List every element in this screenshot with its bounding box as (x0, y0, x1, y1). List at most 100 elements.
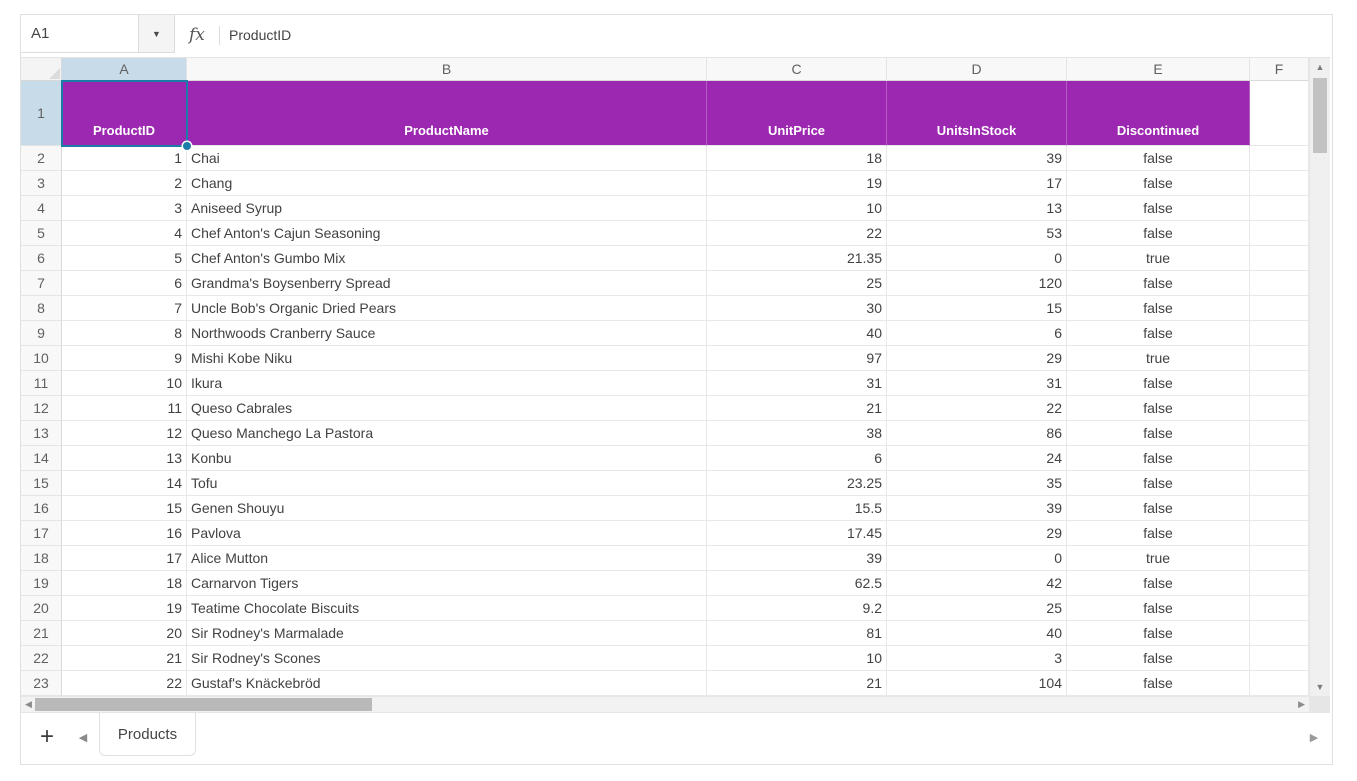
cell-A8[interactable]: 7 (62, 296, 187, 321)
cell-B15[interactable]: Tofu (187, 471, 707, 496)
cell-F23[interactable] (1250, 671, 1309, 696)
cell-C11[interactable]: 31 (707, 371, 887, 396)
row-header-7[interactable]: 7 (21, 271, 62, 296)
name-box[interactable]: A1 (21, 15, 139, 53)
cell-A2[interactable]: 1 (62, 146, 187, 171)
cell-F13[interactable] (1250, 421, 1309, 446)
cell-D8[interactable]: 15 (887, 296, 1067, 321)
cell-E18[interactable]: true (1067, 546, 1250, 571)
cell-E19[interactable]: false (1067, 571, 1250, 596)
cell-E22[interactable]: false (1067, 646, 1250, 671)
cell-F22[interactable] (1250, 646, 1309, 671)
cell-C9[interactable]: 40 (707, 321, 887, 346)
scroll-down-icon[interactable]: ▼ (1310, 682, 1330, 692)
cell-C6[interactable]: 21.35 (707, 246, 887, 271)
row-header-14[interactable]: 14 (21, 446, 62, 471)
cell-D6[interactable]: 0 (887, 246, 1067, 271)
cell-B21[interactable]: Sir Rodney's Marmalade (187, 621, 707, 646)
cell-E8[interactable]: false (1067, 296, 1250, 321)
scroll-right-icon[interactable]: ▶ (1298, 699, 1305, 710)
cell-B22[interactable]: Sir Rodney's Scones (187, 646, 707, 671)
cell-B6[interactable]: Chef Anton's Gumbo Mix (187, 246, 707, 271)
cell-D22[interactable]: 3 (887, 646, 1067, 671)
cell-D1[interactable]: UnitsInStock (887, 81, 1067, 146)
column-header-C[interactable]: C (707, 58, 887, 81)
row-header-22[interactable]: 22 (21, 646, 62, 671)
cell-A4[interactable]: 3 (62, 196, 187, 221)
cell-D10[interactable]: 29 (887, 346, 1067, 371)
cell-E3[interactable]: false (1067, 171, 1250, 196)
row-header-21[interactable]: 21 (21, 621, 62, 646)
cell-C16[interactable]: 15.5 (707, 496, 887, 521)
cell-C12[interactable]: 21 (707, 396, 887, 421)
cell-E7[interactable]: false (1067, 271, 1250, 296)
cell-B16[interactable]: Genen Shouyu (187, 496, 707, 521)
cell-F7[interactable] (1250, 271, 1309, 296)
cell-B20[interactable]: Teatime Chocolate Biscuits (187, 596, 707, 621)
cell-D2[interactable]: 39 (887, 146, 1067, 171)
row-header-9[interactable]: 9 (21, 321, 62, 346)
cell-C20[interactable]: 9.2 (707, 596, 887, 621)
cell-F5[interactable] (1250, 221, 1309, 246)
cell-C21[interactable]: 81 (707, 621, 887, 646)
cell-D19[interactable]: 42 (887, 571, 1067, 596)
cell-D12[interactable]: 22 (887, 396, 1067, 421)
cell-A18[interactable]: 17 (62, 546, 187, 571)
cell-C10[interactable]: 97 (707, 346, 887, 371)
cell-E12[interactable]: false (1067, 396, 1250, 421)
cell-A23[interactable]: 22 (62, 671, 187, 696)
cell-D11[interactable]: 31 (887, 371, 1067, 396)
cell-F2[interactable] (1250, 146, 1309, 171)
cell-E9[interactable]: false (1067, 321, 1250, 346)
cell-E15[interactable]: false (1067, 471, 1250, 496)
cell-B10[interactable]: Mishi Kobe Niku (187, 346, 707, 371)
cell-C14[interactable]: 6 (707, 446, 887, 471)
cell-A5[interactable]: 4 (62, 221, 187, 246)
cell-E2[interactable]: false (1067, 146, 1250, 171)
cell-D18[interactable]: 0 (887, 546, 1067, 571)
cell-A22[interactable]: 21 (62, 646, 187, 671)
cell-D15[interactable]: 35 (887, 471, 1067, 496)
horizontal-scrollbar[interactable]: ◀ ▶ (21, 696, 1309, 713)
cell-D20[interactable]: 25 (887, 596, 1067, 621)
cell-E5[interactable]: false (1067, 221, 1250, 246)
row-header-8[interactable]: 8 (21, 296, 62, 321)
cell-B2[interactable]: Chai (187, 146, 707, 171)
cell-E16[interactable]: false (1067, 496, 1250, 521)
vertical-scrollbar[interactable]: ▲ ▼ (1309, 58, 1330, 696)
cell-A9[interactable]: 8 (62, 321, 187, 346)
cell-D17[interactable]: 29 (887, 521, 1067, 546)
cell-D21[interactable]: 40 (887, 621, 1067, 646)
row-header-16[interactable]: 16 (21, 496, 62, 521)
cell-E17[interactable]: false (1067, 521, 1250, 546)
cell-A15[interactable]: 14 (62, 471, 187, 496)
column-header-E[interactable]: E (1067, 58, 1250, 81)
cell-C8[interactable]: 30 (707, 296, 887, 321)
row-header-20[interactable]: 20 (21, 596, 62, 621)
cell-B19[interactable]: Carnarvon Tigers (187, 571, 707, 596)
cell-E4[interactable]: false (1067, 196, 1250, 221)
row-header-11[interactable]: 11 (21, 371, 62, 396)
row-header-10[interactable]: 10 (21, 346, 62, 371)
row-header-13[interactable]: 13 (21, 421, 62, 446)
cell-A10[interactable]: 9 (62, 346, 187, 371)
cell-A19[interactable]: 18 (62, 571, 187, 596)
cell-A3[interactable]: 2 (62, 171, 187, 196)
row-header-4[interactable]: 4 (21, 196, 62, 221)
cell-A16[interactable]: 15 (62, 496, 187, 521)
cell-F17[interactable] (1250, 521, 1309, 546)
cell-A11[interactable]: 10 (62, 371, 187, 396)
add-sheet-button[interactable]: + (35, 713, 59, 761)
row-header-5[interactable]: 5 (21, 221, 62, 246)
cell-C7[interactable]: 25 (707, 271, 887, 296)
cell-B13[interactable]: Queso Manchego La Pastora (187, 421, 707, 446)
cell-E10[interactable]: true (1067, 346, 1250, 371)
horizontal-scrollbar-thumb[interactable] (35, 698, 372, 711)
cell-C13[interactable]: 38 (707, 421, 887, 446)
cell-E13[interactable]: false (1067, 421, 1250, 446)
column-header-A[interactable]: A (62, 58, 187, 81)
scroll-up-icon[interactable]: ▲ (1310, 62, 1330, 72)
cell-B12[interactable]: Queso Cabrales (187, 396, 707, 421)
cell-B18[interactable]: Alice Mutton (187, 546, 707, 571)
cell-B11[interactable]: Ikura (187, 371, 707, 396)
